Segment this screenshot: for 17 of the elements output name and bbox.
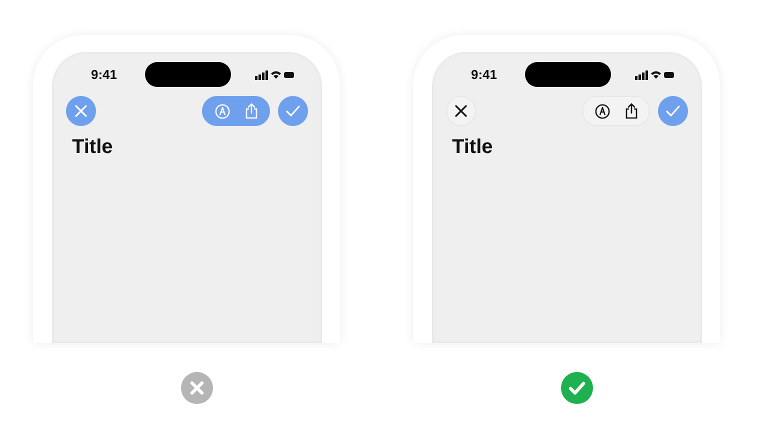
status-time: 9:41 [471,67,497,82]
status-time: 9:41 [91,67,117,82]
markup-button[interactable] [592,102,612,120]
done-button[interactable] [658,96,688,126]
checkmark-icon [286,105,300,117]
close-icon [455,105,467,117]
status-icons [255,70,295,80]
page-title: Title [71,136,114,159]
page-title: Title [451,136,494,159]
close-icon [75,105,87,117]
status-icons [635,70,675,80]
pen-tip-icon [214,104,230,118]
share-icon [244,103,258,119]
checkmark-icon [666,105,680,117]
pen-tip-icon [594,104,610,118]
share-icon [624,103,638,119]
done-button[interactable] [278,96,308,126]
